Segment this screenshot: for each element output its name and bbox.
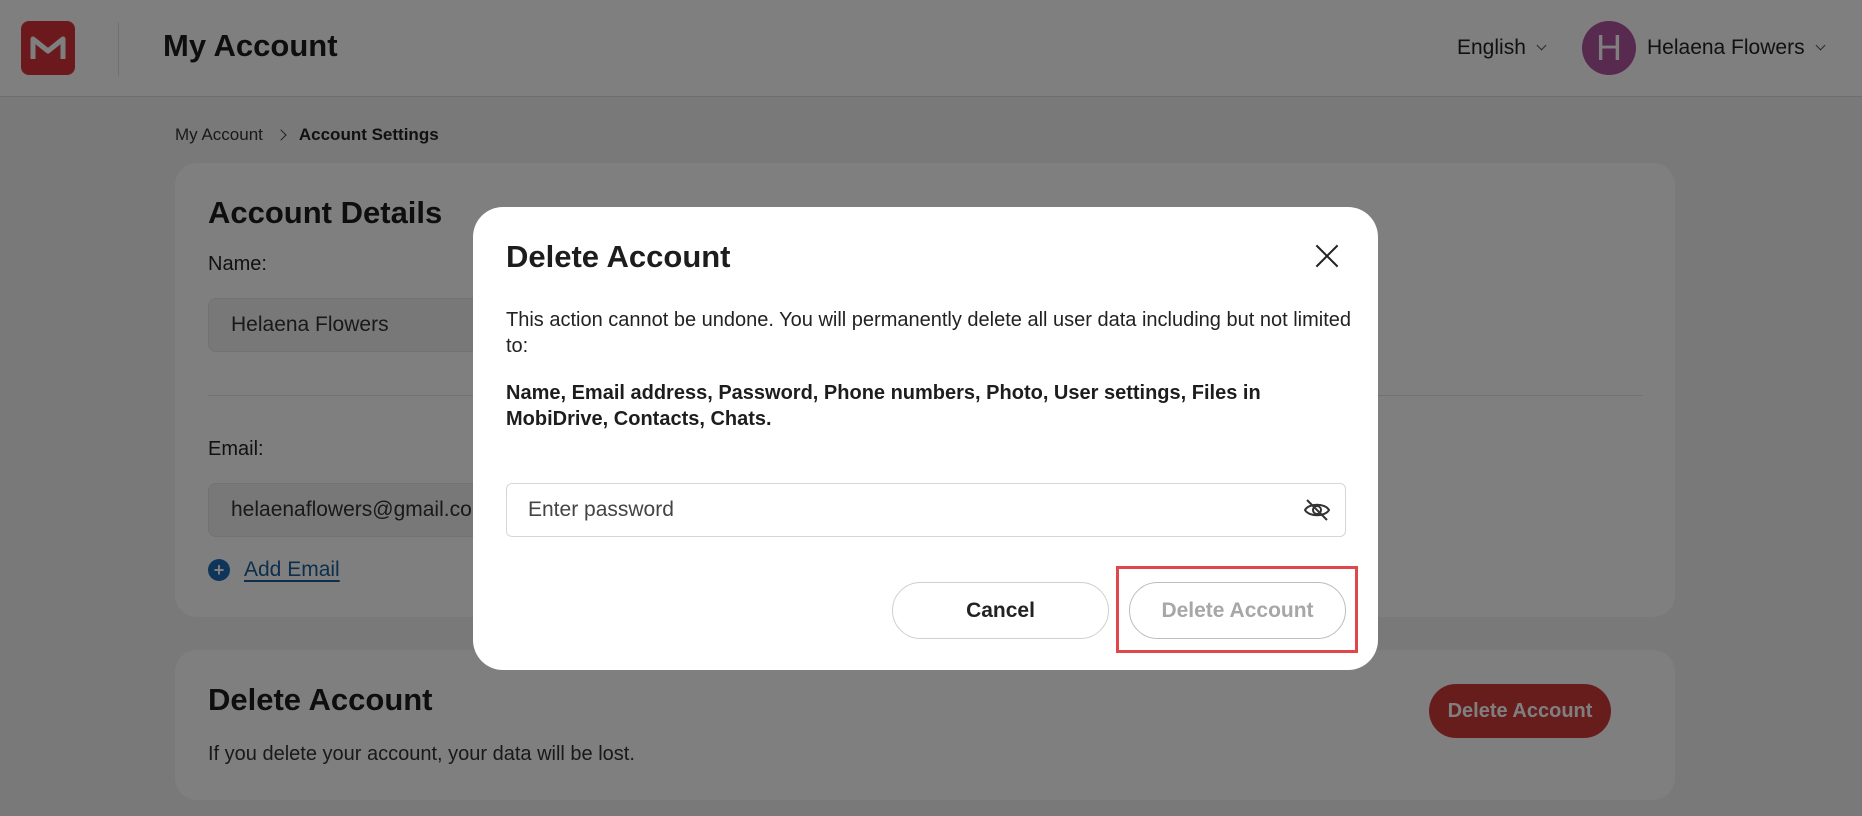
dialog-data-list: Name, Email address, Password, Phone num… [506, 382, 1261, 430]
dialog-title: Delete Account [506, 239, 731, 274]
password-input[interactable] [507, 484, 1287, 536]
highlight-box [1116, 566, 1358, 653]
close-icon[interactable] [1312, 241, 1342, 271]
eye-off-icon[interactable] [1303, 498, 1331, 522]
cancel-button[interactable]: Cancel [892, 582, 1109, 639]
dialog-warning-text: This action cannot be undone. You will p… [506, 309, 1351, 357]
password-field [506, 483, 1346, 537]
